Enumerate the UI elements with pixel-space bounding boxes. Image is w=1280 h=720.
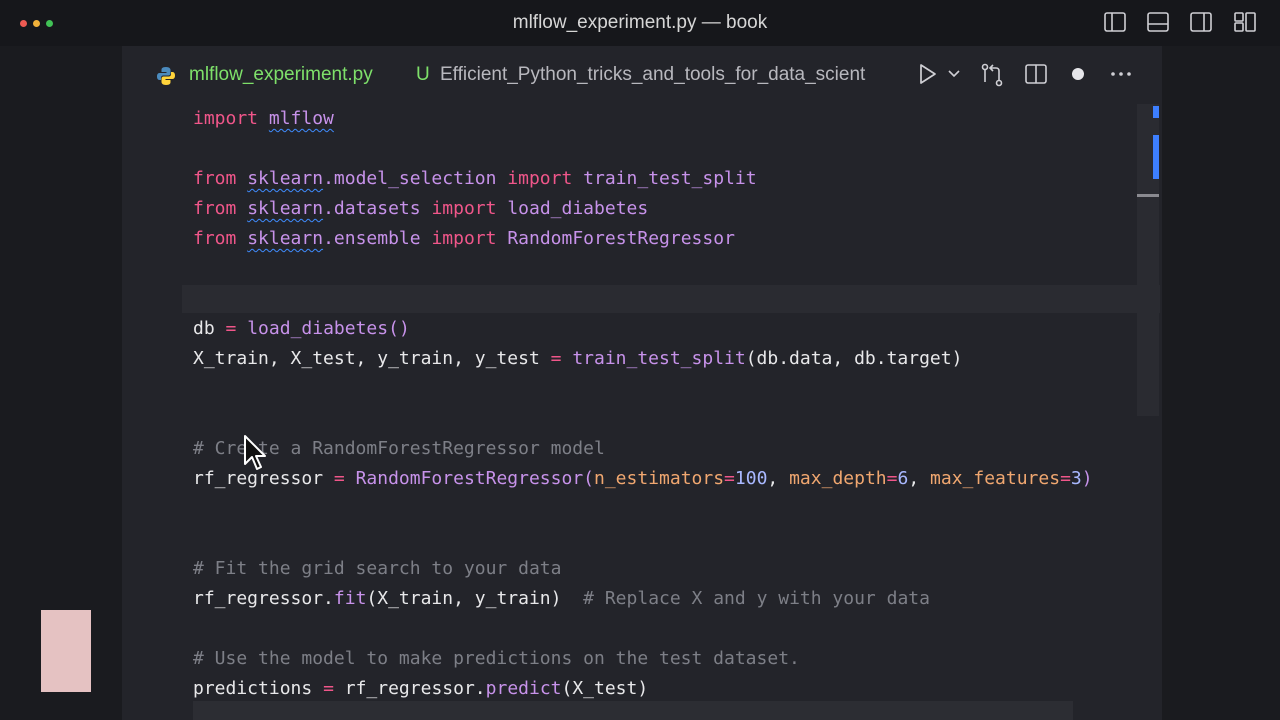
- tab-filename[interactable]: mlflow_experiment.py: [189, 64, 373, 86]
- chevron-down-icon[interactable]: [946, 62, 962, 86]
- code-comment-line[interactable]: # Use the model to make predictions on t…: [193, 644, 800, 674]
- code-line[interactable]: predictions = rf_regressor.predict(X_tes…: [193, 674, 648, 704]
- breadcrumb[interactable]: Efficient_Python_tricks_and_tools_for_da…: [440, 64, 910, 86]
- code-line[interactable]: rf_regressor.fit(X_train, y_train) # Rep…: [193, 584, 930, 614]
- code-line[interactable]: from sklearn.model_selection import trai…: [193, 164, 757, 194]
- more-actions-icon[interactable]: [1109, 62, 1133, 86]
- window-title: mlflow_experiment.py — book: [512, 12, 768, 33]
- toggle-secondary-sidebar-icon[interactable]: [1190, 12, 1212, 32]
- window-titlebar: mlflow_experiment.py — book: [0, 0, 1280, 46]
- split-editor-icon[interactable]: [1024, 62, 1048, 86]
- customize-layout-icon[interactable]: [1234, 12, 1256, 32]
- code-line[interactable]: from sklearn.ensemble import RandomFores…: [193, 224, 735, 254]
- editor-area: mlflow_experiment.py U Efficient_Python_…: [122, 46, 1162, 720]
- toggle-primary-sidebar-icon[interactable]: [1104, 12, 1126, 32]
- editor-tab-bar: mlflow_experiment.py U Efficient_Python_…: [122, 46, 1162, 104]
- horizontal-scrollbar[interactable]: [193, 701, 1073, 720]
- code-editor[interactable]: import mlflow from sklearn.model_selecti…: [122, 104, 1162, 720]
- mouse-pointer-icon: [244, 435, 266, 470]
- code-line[interactable]: rf_regressor = RandomForestRegressor(n_e…: [193, 464, 1093, 494]
- python-icon: [157, 67, 175, 85]
- code-comment-line[interactable]: # Fit the grid search to your data: [193, 554, 561, 584]
- unsaved-dot-icon[interactable]: [1069, 62, 1087, 86]
- open-changes-icon[interactable]: [979, 62, 1005, 88]
- toggle-panel-icon[interactable]: [1147, 12, 1169, 32]
- overlay-swatch: [41, 610, 91, 692]
- code-line[interactable]: from sklearn.datasets import load_diabet…: [193, 194, 648, 224]
- run-icon[interactable]: [917, 62, 939, 86]
- git-status-badge: U: [416, 64, 430, 85]
- code-line[interactable]: db = load_diabetes(): [193, 314, 410, 344]
- code-line[interactable]: X_train, X_test, y_train, y_test = train…: [193, 344, 962, 374]
- code-line[interactable]: import mlflow: [193, 104, 334, 134]
